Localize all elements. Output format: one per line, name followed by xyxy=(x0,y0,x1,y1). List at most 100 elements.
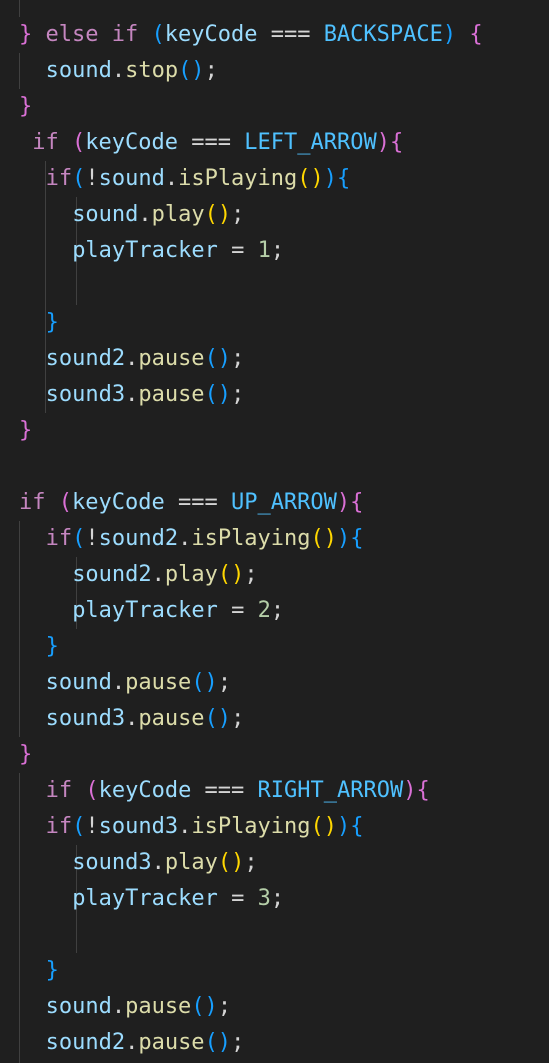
code-token: } xyxy=(19,742,33,767)
code-line[interactable]: if(!sound2.isPlaying()){ xyxy=(46,521,364,557)
code-token: } xyxy=(45,310,59,335)
code-line[interactable]: sound.play(); xyxy=(72,197,244,233)
code-token: ; xyxy=(270,238,285,263)
code-token: ! xyxy=(85,814,99,839)
code-token: 3 xyxy=(257,886,271,911)
code-token: playTracker xyxy=(72,598,218,623)
code-token: playTracker xyxy=(72,886,218,911)
code-line[interactable]: if (keyCode === RIGHT_ARROW){ xyxy=(46,773,430,809)
code-token: pause xyxy=(138,382,205,407)
code-token: ) xyxy=(337,814,351,839)
code-token: sound xyxy=(45,994,112,1019)
code-token: { xyxy=(389,130,404,155)
code-line[interactable]: } xyxy=(19,737,32,773)
code-line[interactable]: sound3.pause(); xyxy=(46,377,245,413)
code-line[interactable]: if (keyCode === UP_ARROW){ xyxy=(19,485,363,521)
code-token: ; xyxy=(244,562,258,587)
code-token: . xyxy=(125,346,139,371)
code-line[interactable]: } xyxy=(19,413,32,449)
code-token: . xyxy=(125,1030,139,1055)
code-token: keyCode xyxy=(98,778,192,803)
code-editor[interactable]: } else if (keyCode === BACKSPACE) {sound… xyxy=(0,0,549,1063)
code-token: . xyxy=(164,166,179,191)
code-token: () xyxy=(217,850,245,875)
code-line[interactable]: sound3.play(); xyxy=(72,845,257,881)
code-line[interactable]: sound.stop(); xyxy=(46,53,218,89)
code-token: ; xyxy=(270,598,285,623)
code-token: sound2 xyxy=(98,526,179,551)
code-line[interactable]: if(!sound3.isPlaying()){ xyxy=(46,809,364,845)
code-token: sound3 xyxy=(45,706,126,731)
code-line[interactable]: sound.pause(); xyxy=(46,665,231,701)
code-token: === xyxy=(178,130,245,155)
code-token: pause xyxy=(125,994,192,1019)
code-token: sound3 xyxy=(72,850,152,875)
code-token: isPlaying xyxy=(191,526,311,551)
code-token: if xyxy=(19,490,46,515)
code-line[interactable]: } xyxy=(19,89,32,125)
indent-guide xyxy=(19,521,20,737)
code-token: () xyxy=(217,562,245,587)
code-token: pause xyxy=(138,1030,205,1055)
code-token: ! xyxy=(85,166,99,191)
code-token: playTracker xyxy=(72,238,218,263)
code-line[interactable]: sound3.pause(); xyxy=(46,701,245,737)
code-token: sound2 xyxy=(45,346,126,371)
code-token: ; xyxy=(204,58,218,83)
code-token: sound2 xyxy=(72,562,152,587)
code-token: ) xyxy=(337,526,351,551)
code-line[interactable]: if(!sound.isPlaying()){ xyxy=(46,161,351,197)
code-token: UP_ARROW xyxy=(230,490,337,515)
code-token: keyCode xyxy=(85,130,179,155)
code-line[interactable]: } xyxy=(46,953,59,989)
code-token: ) xyxy=(403,778,417,803)
code-token: . xyxy=(178,814,192,839)
code-token: () xyxy=(204,706,232,731)
code-token: ( xyxy=(151,22,165,47)
code-token: } xyxy=(19,22,33,47)
code-token: . xyxy=(151,850,165,875)
code-token: pause xyxy=(138,706,205,731)
code-line[interactable]: playTracker = 1; xyxy=(72,233,284,269)
code-token: () xyxy=(204,382,232,407)
code-line[interactable]: playTracker = 2; xyxy=(72,593,284,629)
code-line[interactable]: if (keyCode === LEFT_ARROW){ xyxy=(32,125,403,161)
code-token: . xyxy=(125,706,139,731)
code-line[interactable]: sound2.pause(); xyxy=(46,341,245,377)
code-line[interactable]: } xyxy=(46,629,59,665)
code-token: . xyxy=(125,382,139,407)
code-token: sound xyxy=(72,202,139,227)
code-token: ! xyxy=(85,526,99,551)
code-token: . xyxy=(138,202,152,227)
code-token: ; xyxy=(231,202,245,227)
code-token: sound3 xyxy=(98,814,179,839)
code-line[interactable]: sound2.play(); xyxy=(72,557,257,593)
code-token: { xyxy=(350,526,364,551)
code-token: ; xyxy=(231,382,245,407)
code-token: . xyxy=(111,670,126,695)
code-token: keyCode xyxy=(72,490,165,515)
code-token: = xyxy=(217,238,258,263)
code-line[interactable]: } xyxy=(46,305,59,341)
code-line[interactable]: } else if (keyCode === BACKSPACE) { xyxy=(19,17,483,53)
code-token: . xyxy=(111,994,126,1019)
indent-guide xyxy=(19,773,20,1063)
code-line[interactable]: sound2.pause(); xyxy=(46,1025,245,1061)
code-token: ( xyxy=(72,526,86,551)
code-token: ; xyxy=(270,886,285,911)
code-token: sound xyxy=(45,670,112,695)
code-token: === xyxy=(164,490,231,515)
code-token: if xyxy=(45,526,73,551)
code-token: ( xyxy=(58,490,72,515)
code-token: () xyxy=(191,994,218,1019)
code-token: if xyxy=(45,166,73,191)
code-line[interactable]: sound.pause(); xyxy=(46,989,231,1025)
code-token: ) xyxy=(442,22,457,47)
code-token: if xyxy=(111,22,139,47)
code-line[interactable]: playTracker = 3; xyxy=(72,881,284,917)
code-token: ; xyxy=(217,670,232,695)
